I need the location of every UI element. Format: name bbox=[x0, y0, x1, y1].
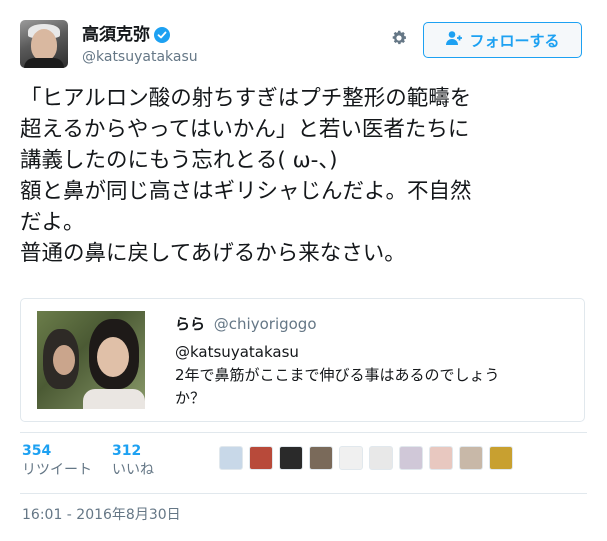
quoted-tweet-line: 2年で鼻筋がここまで伸びる事はあるのでしょう bbox=[175, 366, 500, 384]
image-figure-left-face bbox=[53, 345, 75, 375]
liker-avatar[interactable] bbox=[309, 446, 333, 470]
retweet-count: 354 bbox=[22, 443, 52, 459]
quoted-tweet-line: か？ bbox=[175, 389, 206, 407]
liker-avatars bbox=[219, 446, 513, 470]
liker-avatar[interactable] bbox=[489, 446, 513, 470]
liker-avatar[interactable] bbox=[279, 446, 303, 470]
liker-avatar[interactable] bbox=[249, 446, 273, 470]
quoted-tweet-header: らら @chiyorigogo bbox=[175, 313, 317, 335]
divider bbox=[20, 493, 587, 494]
liker-avatar[interactable] bbox=[429, 446, 453, 470]
liker-avatar[interactable] bbox=[399, 446, 423, 470]
quoted-user-name[interactable]: らら bbox=[175, 315, 205, 333]
liker-avatar[interactable] bbox=[369, 446, 393, 470]
tweet-text-line: だよ。 bbox=[20, 210, 85, 235]
liker-avatar[interactable] bbox=[339, 446, 363, 470]
retweet-stat[interactable]: 354 リツイート bbox=[22, 442, 92, 480]
like-stat[interactable]: 312 いいね bbox=[112, 442, 154, 480]
quoted-tweet-text: @katsuyatakasu 2年で鼻筋がここまで伸びる事はあるのでしょう か？ bbox=[175, 341, 570, 410]
liker-avatar[interactable] bbox=[459, 446, 483, 470]
quoted-tweet-line: @katsuyatakasu bbox=[175, 343, 299, 361]
verified-badge-icon bbox=[154, 27, 170, 43]
quoted-user-handle[interactable]: @chiyorigogo bbox=[214, 315, 317, 333]
avatar-suit bbox=[24, 58, 64, 68]
avatar-face bbox=[31, 29, 57, 61]
tweet-text: 「ヒアルロン酸の射ちすぎはプチ整形の範疇を 超えるからやってはいかん」と若い医者… bbox=[20, 83, 590, 269]
tweet-text-line: 超えるからやってはいかん」と若い医者たちに bbox=[20, 117, 470, 142]
retweet-label: リツイート bbox=[22, 462, 92, 478]
image-figure-right-face bbox=[97, 337, 129, 377]
gear-icon[interactable] bbox=[389, 28, 409, 48]
image-figure-right-shirt bbox=[83, 389, 145, 409]
user-avatar[interactable] bbox=[20, 20, 68, 68]
user-display-name-row[interactable]: 高須克弥 bbox=[82, 24, 198, 46]
tweet-text-line: 普通の鼻に戻してあげるから来なさい。 bbox=[20, 241, 406, 266]
user-info: 高須克弥 @katsuyatakasu bbox=[82, 24, 198, 67]
quoted-tweet[interactable]: らら @chiyorigogo @katsuyatakasu 2年で鼻筋がここま… bbox=[20, 298, 585, 422]
tweet-text-line: 「ヒアルロン酸の射ちすぎはプチ整形の範疇を bbox=[20, 86, 472, 111]
quoted-tweet-image[interactable] bbox=[37, 311, 145, 409]
divider bbox=[20, 432, 587, 433]
follow-button-label: フォローする bbox=[469, 31, 560, 50]
follow-button[interactable]: フォローする bbox=[423, 22, 582, 58]
follow-user-icon bbox=[445, 30, 463, 50]
liker-avatar[interactable] bbox=[219, 446, 243, 470]
like-label: いいね bbox=[112, 462, 154, 478]
tweet-stats: 354 リツイート 312 いいね bbox=[22, 442, 154, 480]
tweet-text-line: 額と鼻が同じ高さはギリシャじんだよ。不自然 bbox=[20, 179, 472, 204]
like-count: 312 bbox=[112, 443, 142, 459]
tweet-timestamp[interactable]: 16:01 - 2016年8月30日 bbox=[22, 505, 181, 525]
tweet-text-line: 講義したのにもう忘れとる( ω-、) bbox=[20, 148, 338, 173]
user-display-name[interactable]: 高須克弥 bbox=[82, 24, 150, 46]
user-handle[interactable]: @katsuyatakasu bbox=[82, 47, 198, 67]
